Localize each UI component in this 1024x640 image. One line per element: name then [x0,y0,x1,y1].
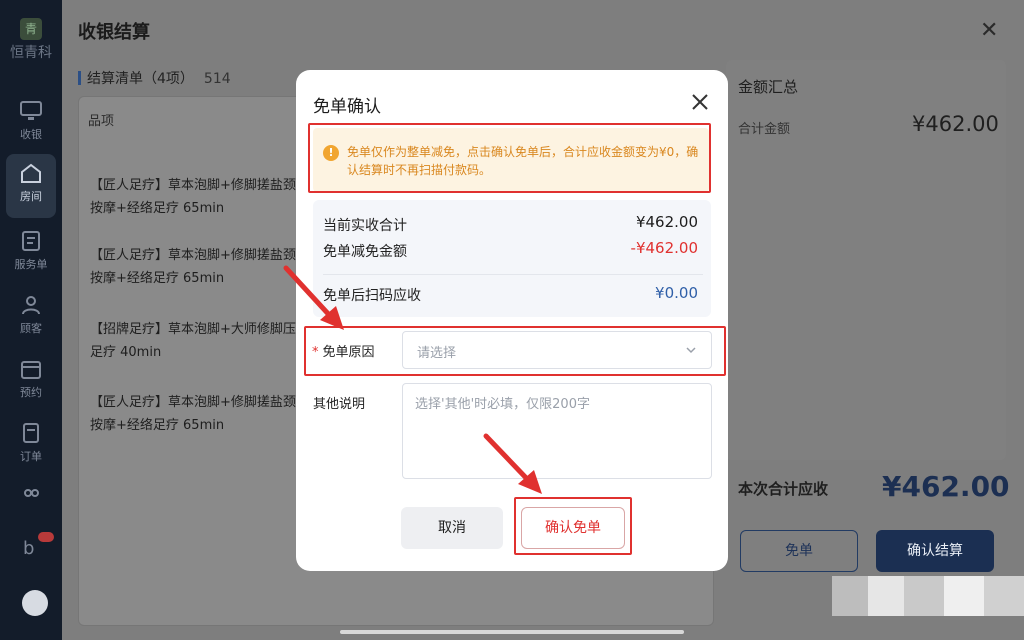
sidebar-item-rooms[interactable]: 房间 [6,154,56,218]
sidebar-item-label: 订单 [20,450,42,463]
left-sidebar: 青 恒青科 收银 房间 服务单 顾客 预约 订单 b [0,0,62,640]
home-indicator [340,630,684,634]
dialog-title: 免单确认 [313,97,381,117]
calendar-icon [21,361,41,379]
sidebar-item-label: 收银 [20,128,42,141]
after-waiver-due-value: ¥0.00 [655,284,698,302]
svg-text:b: b [23,538,34,558]
sidebar-item-label: 房间 [20,190,42,203]
summary-title: 金额汇总 [738,78,799,96]
settlement-list-header: 结算清单（4项） 514 [78,68,231,88]
sidebar-item-label: 顾客 [20,322,42,335]
waiver-amount-value: -¥462.00 [630,239,698,257]
panel-close-icon[interactable]: ✕ [980,18,998,43]
notification-badge [38,532,54,542]
pixelated-area [832,576,1024,616]
highlight-box-confirm [514,497,632,555]
monitor-icon [20,101,42,120]
list-item[interactable]: 【招牌足疗】草本泡脚+大师修脚压足疗 40min [90,318,300,364]
amount-due-label: 本次合计应收 [738,480,829,498]
order-icon [23,423,39,443]
confirm-settlement-button[interactable]: 确认结算 [876,530,994,572]
sidebar-item-service-orders[interactable]: 服务单 [6,222,56,286]
current-received-value: ¥462.00 [635,213,698,231]
settlement-list-count: 514 [203,71,231,87]
total-label: 合计金额 [738,122,791,137]
amount-due-value: ¥462.00 [882,470,1010,503]
sidebar-item-orders[interactable]: 订单 [6,414,56,478]
cancel-button[interactable]: 取消 [401,507,503,549]
total-value: ¥462.00 [912,112,999,136]
divider [323,274,703,275]
other-notes-placeholder: 选择'其他'时必填，仅限200字 [415,397,590,412]
highlight-box-notice [308,123,711,193]
current-received-label: 当前实收合计 [323,218,407,234]
sidebar-item-label: 服务单 [14,258,48,271]
service-order-icon [22,231,40,251]
after-waiver-due-label: 免单后扫码应收 [323,288,421,304]
highlight-box-reason [304,326,726,376]
home-icon [21,163,41,183]
sidebar-item-customers[interactable]: 顾客 [6,286,56,350]
brand-logo: 青 恒青科 [0,18,62,62]
list-item[interactable]: 【匠人足疗】草本泡脚+修脚搓盐颈按摩+经络足疗 65min [90,391,300,437]
sidebar-item-booking[interactable]: 预约 [6,350,56,414]
close-icon[interactable] [690,92,710,112]
waiver-amount-label: 免单减免金额 [323,244,407,260]
sidebar-item-cashier[interactable]: 收银 [6,92,56,156]
sidebar-item-brand[interactable]: b [6,528,56,592]
logo-mark-icon: 青 [20,18,42,40]
other-notes-textarea[interactable]: 选择'其他'时必填，仅限200字 [402,383,712,479]
users-icon [24,489,39,497]
user-icon [22,296,40,315]
column-header-item: 品项 [88,114,115,129]
settlement-list-title: 结算清单（4项） [87,71,194,87]
logo-text: 恒青科 [10,45,52,61]
other-notes-label: 其他说明 [313,397,366,412]
free-order-button[interactable]: 免单 [740,530,858,572]
avatar[interactable] [22,590,48,616]
list-item[interactable]: 【匠人足疗】草本泡脚+修脚搓盐颈按摩+经络足疗 65min [90,244,300,290]
section-bar [78,71,81,85]
list-item[interactable]: 【匠人足疗】草本泡脚+修脚搓盐颈按摩+经络足疗 65min [90,174,300,220]
sidebar-item-label: 预约 [20,386,42,399]
page-title: 收银结算 [78,22,150,43]
